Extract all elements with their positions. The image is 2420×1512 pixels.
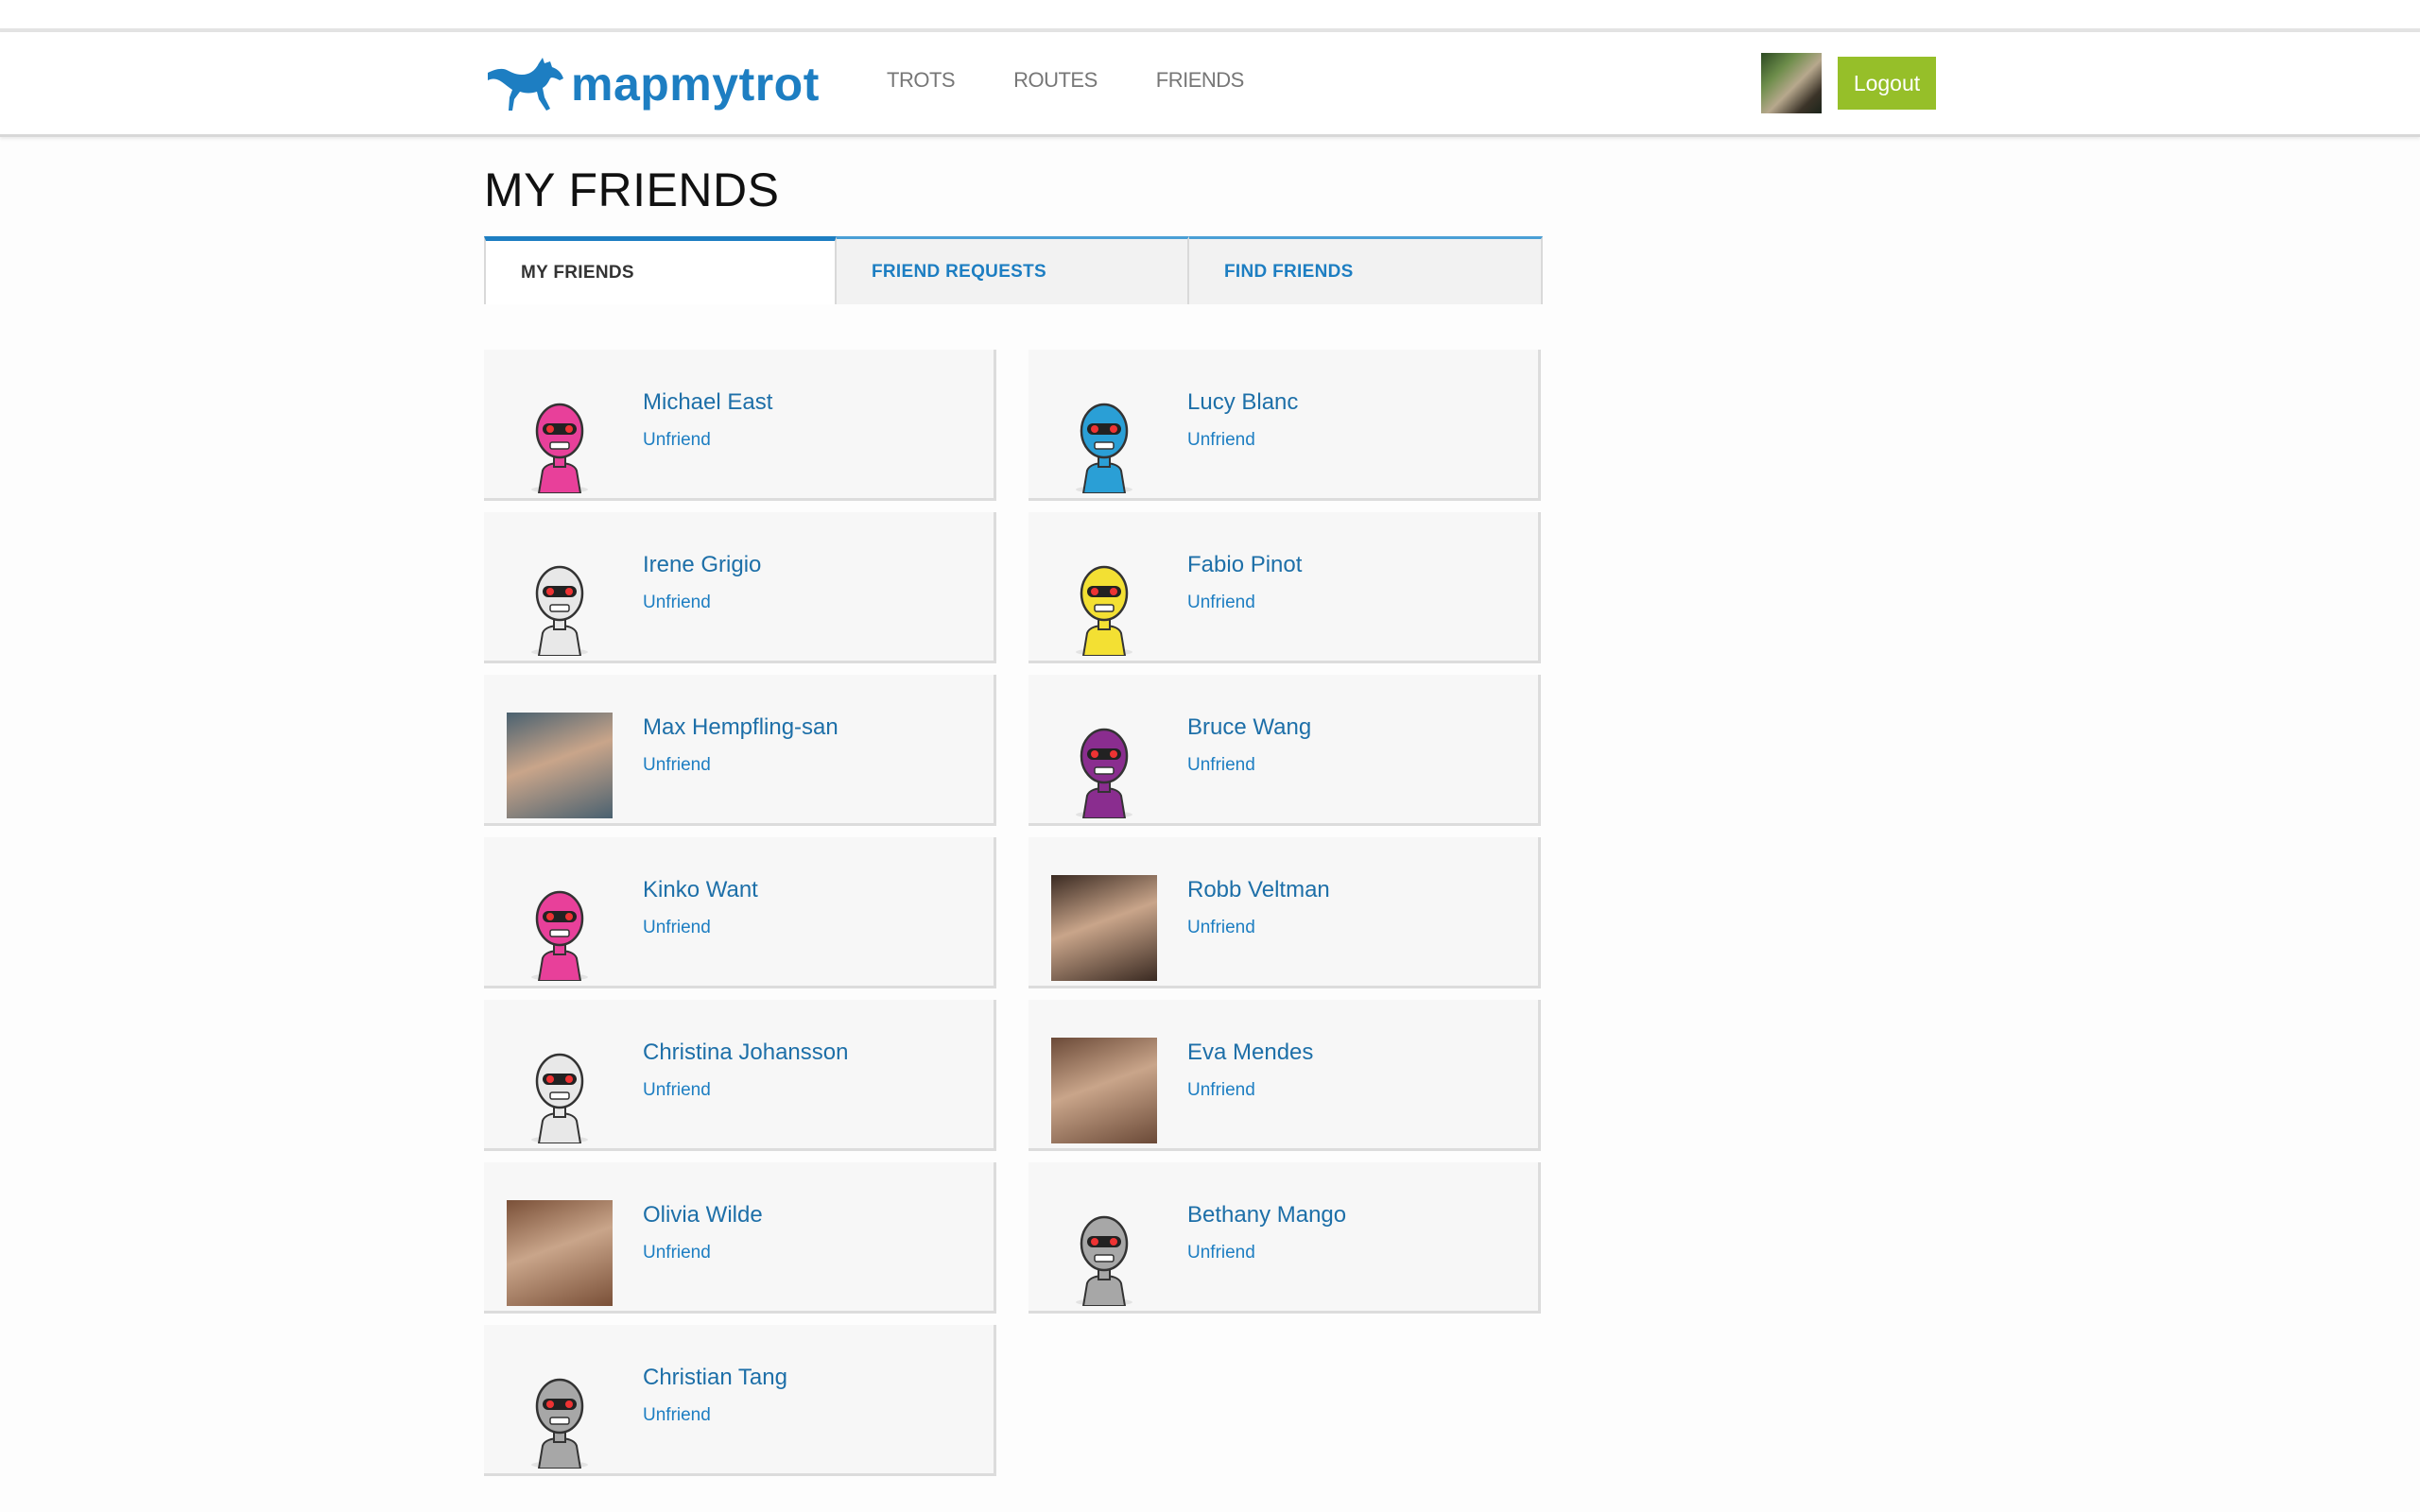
friend-photo[interactable] bbox=[507, 1200, 613, 1306]
friends-tabs: MY FRIENDS FRIEND REQUESTS FIND FRIENDS bbox=[484, 236, 1543, 304]
robot-grey-icon[interactable] bbox=[1051, 1200, 1157, 1306]
friend-card: Michael East Unfriend bbox=[484, 350, 996, 501]
unfriend-link[interactable]: Unfriend bbox=[643, 1243, 711, 1263]
friend-card: Christina Johansson Unfriend bbox=[484, 1000, 996, 1151]
unfriend-link[interactable]: Unfriend bbox=[643, 430, 711, 451]
friend-card: Kinko Want Unfriend bbox=[484, 837, 996, 988]
unfriend-link[interactable]: Unfriend bbox=[643, 593, 711, 613]
friend-card: Irene Grigio Unfriend bbox=[484, 512, 996, 663]
friend-name[interactable]: Christina Johansson bbox=[643, 1040, 848, 1066]
top-strip bbox=[0, 0, 2420, 32]
friend-name[interactable]: Robb Veltman bbox=[1187, 877, 1330, 903]
friend-photo[interactable] bbox=[1051, 1038, 1157, 1143]
friend-card: Max Hempfling-san Unfriend bbox=[484, 675, 996, 826]
friend-card: Fabio Pinot Unfriend bbox=[1028, 512, 1541, 663]
friend-photo[interactable] bbox=[507, 713, 613, 818]
tab-find-friends[interactable]: FIND FRIENDS bbox=[1189, 236, 1543, 304]
nav-trots[interactable]: TROTS bbox=[887, 68, 956, 93]
user-avatar[interactable] bbox=[1761, 53, 1822, 113]
unfriend-link[interactable]: Unfriend bbox=[1187, 1080, 1255, 1101]
robot-blue-icon[interactable] bbox=[1051, 387, 1157, 493]
robot-purple-icon[interactable] bbox=[1051, 713, 1157, 818]
unfriend-link[interactable]: Unfriend bbox=[643, 918, 711, 938]
robot-yellow-icon[interactable] bbox=[1051, 550, 1157, 656]
friend-name[interactable]: Irene Grigio bbox=[643, 552, 761, 578]
friend-name[interactable]: Bruce Wang bbox=[1187, 714, 1311, 741]
brand-name: mapmytrot bbox=[571, 58, 820, 111]
friend-card: Eva Mendes Unfriend bbox=[1028, 1000, 1541, 1151]
logout-button[interactable]: Logout bbox=[1838, 57, 1936, 110]
robot-grey-icon[interactable] bbox=[507, 1363, 613, 1469]
unfriend-link[interactable]: Unfriend bbox=[1187, 918, 1255, 938]
unfriend-link[interactable]: Unfriend bbox=[1187, 755, 1255, 776]
friend-name[interactable]: Eva Mendes bbox=[1187, 1040, 1313, 1066]
unfriend-link[interactable]: Unfriend bbox=[643, 1080, 711, 1101]
nav-friends[interactable]: FRIENDS bbox=[1156, 68, 1245, 93]
friend-name[interactable]: Max Hempfling-san bbox=[643, 714, 838, 741]
horse-icon bbox=[488, 58, 563, 111]
nav-routes[interactable]: ROUTES bbox=[1013, 68, 1098, 93]
unfriend-link[interactable]: Unfriend bbox=[1187, 593, 1255, 613]
friend-card: Christian Tang Unfriend bbox=[484, 1325, 996, 1476]
friend-card: Bethany Mango Unfriend bbox=[1028, 1162, 1541, 1314]
tab-friend-requests[interactable]: FRIEND REQUESTS bbox=[837, 236, 1189, 304]
unfriend-link[interactable]: Unfriend bbox=[1187, 1243, 1255, 1263]
friend-name[interactable]: Michael East bbox=[643, 389, 772, 416]
friend-name[interactable]: Kinko Want bbox=[643, 877, 758, 903]
tab-my-friends[interactable]: MY FRIENDS bbox=[484, 236, 837, 304]
unfriend-link[interactable]: Unfriend bbox=[643, 755, 711, 776]
friend-card: Lucy Blanc Unfriend bbox=[1028, 350, 1541, 501]
friend-card: Bruce Wang Unfriend bbox=[1028, 675, 1541, 826]
friend-name[interactable]: Lucy Blanc bbox=[1187, 389, 1298, 416]
friend-card: Robb Veltman Unfriend bbox=[1028, 837, 1541, 988]
robot-white-icon[interactable] bbox=[507, 550, 613, 656]
friend-name[interactable]: Olivia Wilde bbox=[643, 1202, 763, 1228]
robot-pink-icon[interactable] bbox=[507, 387, 613, 493]
friend-name[interactable]: Fabio Pinot bbox=[1187, 552, 1302, 578]
robot-white-icon[interactable] bbox=[507, 1038, 613, 1143]
friend-name[interactable]: Christian Tang bbox=[643, 1365, 787, 1391]
friend-photo[interactable] bbox=[1051, 875, 1157, 981]
friend-card: Olivia Wilde Unfriend bbox=[484, 1162, 996, 1314]
page-title: MY FRIENDS bbox=[484, 163, 780, 216]
main-nav: TROTS ROUTES FRIENDS bbox=[887, 68, 1303, 93]
unfriend-link[interactable]: Unfriend bbox=[1187, 430, 1255, 451]
unfriend-link[interactable]: Unfriend bbox=[643, 1405, 711, 1426]
brand-logo[interactable]: mapmytrot bbox=[484, 51, 820, 117]
robot-pink-icon[interactable] bbox=[507, 875, 613, 981]
friend-name[interactable]: Bethany Mango bbox=[1187, 1202, 1346, 1228]
